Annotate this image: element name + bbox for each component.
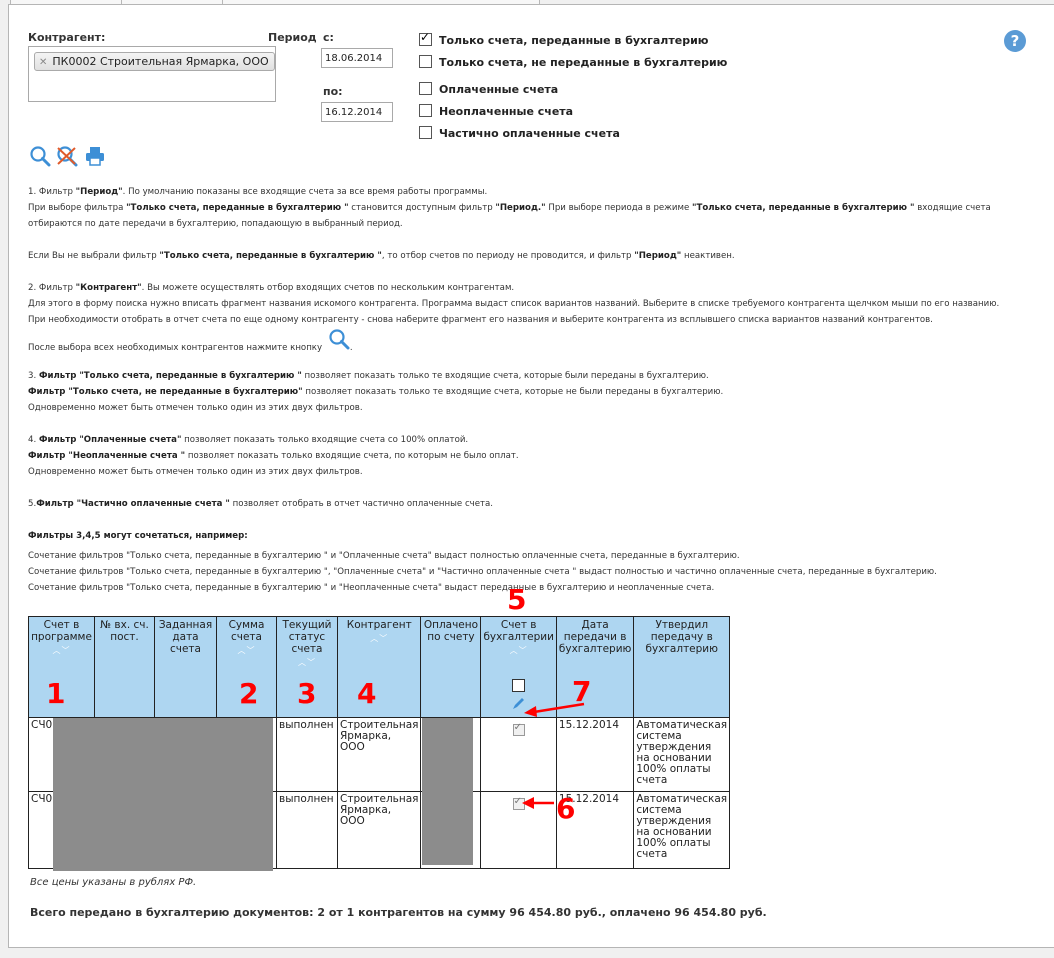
filter-partially-paid-checkbox[interactable] <box>419 126 432 139</box>
help-line: Сочетание фильтров "Только счета, переда… <box>28 551 740 561</box>
filter-not-transferred-checkbox[interactable] <box>419 55 432 68</box>
filter-unpaid-label: Неоплаченные счета <box>439 105 574 118</box>
col-header-kontragent[interactable]: Контрагент ︿﹀ <box>336 616 422 718</box>
annotation-arrow <box>524 702 585 717</box>
annotation-arrow <box>522 797 554 809</box>
help-line: После выбора всех необходимых контрагент… <box>28 328 1038 353</box>
help-line: При необходимости отобрать в отчет счета… <box>28 315 933 325</box>
help-line: Для этого в форму поиска нужно вписать ф… <box>28 299 1000 309</box>
col-header-paid: Оплачено по счету <box>420 616 482 718</box>
help-line: Фильтр "Неоплаченные счета " позволяет п… <box>28 451 519 461</box>
filter-paid-checkbox[interactable] <box>419 82 432 95</box>
sort-icon[interactable]: ︿﹀ <box>31 645 92 657</box>
annotation-number: 3 <box>297 677 317 710</box>
sort-icon[interactable]: ︿﹀ <box>340 633 418 645</box>
help-line: 5.Фильтр "Частично оплаченные счета " по… <box>28 499 494 509</box>
help-line: 1. Фильтр "Период". По умолчанию показан… <box>28 187 488 197</box>
annotation-number: 4 <box>357 677 377 710</box>
help-line: 4. Фильтр "Оплаченные счета" позволяет п… <box>28 435 469 445</box>
help-line: 2. Фильтр "Контрагент". Вы можете осущес… <box>28 283 515 293</box>
redacted-area <box>422 718 473 865</box>
cell-status: выполнен <box>276 717 338 792</box>
help-line: Фильтр "Только счета, не переданные в бу… <box>28 387 724 397</box>
help-line: Сочетание фильтров "Только счета, переда… <box>28 567 937 577</box>
help-line: Одновременно может быть отмечен только о… <box>28 467 363 477</box>
sort-icon[interactable]: ︿﹀ <box>219 645 274 657</box>
print-icon[interactable] <box>84 145 106 167</box>
search-icon <box>329 329 350 350</box>
filter-transferred[interactable]: Только счета, переданные в бухгалтерию <box>419 30 709 47</box>
kontragent-label: Контрагент: <box>28 31 106 44</box>
help-line: При выборе фильтра "Только счета, переда… <box>28 203 991 213</box>
cell-approved-by: Автоматическая система утверждения на ос… <box>633 717 731 792</box>
col-header-approved-by: Утвердил передачу в бухгалтерию <box>633 616 731 718</box>
help-line: Одновременно может быть отмечен только о… <box>28 403 363 413</box>
help-icon[interactable]: ? <box>1004 30 1026 52</box>
redacted-area <box>53 718 273 871</box>
filter-transferred-checkbox[interactable] <box>419 30 432 46</box>
kontragent-chip[interactable]: ✕ ПК0002 Строительная Ярмарка, ООО <box>34 52 275 71</box>
filter-paid[interactable]: Оплаченные счета <box>419 82 558 96</box>
annotation-number: 2 <box>239 677 259 710</box>
help-text: 1. Фильтр "Период". По умолчанию показан… <box>28 184 1038 596</box>
currency-note: Все цены указаны в рублях РФ. <box>30 877 197 888</box>
annotation-number: 1 <box>46 677 66 710</box>
filter-not-transferred[interactable]: Только счета, не переданные в бухгалтери… <box>419 55 727 69</box>
cell-transfer-date: 15.12.2014 <box>555 717 635 792</box>
date-to-input[interactable]: 16.12.2014 <box>321 102 393 122</box>
select-all-checkbox[interactable] <box>512 679 526 692</box>
from-label: с: <box>323 31 334 44</box>
filter-unpaid-checkbox[interactable] <box>419 104 432 117</box>
help-line: 3. Фильтр "Только счета, переданные в бу… <box>28 371 709 381</box>
remove-chip-icon[interactable]: ✕ <box>39 57 47 68</box>
filter-transferred-label: Только счета, переданные в бухгалтерию <box>439 34 709 47</box>
search-icon[interactable] <box>29 145 51 167</box>
help-line: Если Вы не выбрали фильтр "Только счета,… <box>28 251 735 261</box>
help-line: отбираются по дате передачи в бухгалтери… <box>28 219 403 229</box>
cell-kontragent: Строительная Ярмарка, ООО <box>336 717 422 792</box>
date-from-input[interactable]: 18.06.2014 <box>321 48 393 68</box>
clear-search-icon[interactable] <box>56 145 78 167</box>
cell-in-accounting <box>480 717 557 792</box>
period-label: Период <box>268 31 317 44</box>
cell-status: выполнен <box>276 791 338 869</box>
annotation-number: 5 <box>507 583 527 616</box>
help-line: Сочетание фильтров "Только счета, переда… <box>28 583 715 593</box>
cell-kontragent: Строительная Ярмарка, ООО <box>336 791 422 869</box>
row-checkbox <box>512 722 525 736</box>
annotation-number: 6 <box>556 792 576 825</box>
filter-paid-label: Оплаченные счета <box>439 83 559 96</box>
col-header-incoming-no: № вх. сч. пост. <box>94 616 155 718</box>
filter-partially-paid[interactable]: Частично оплаченные счета <box>419 126 620 140</box>
kontragent-input[interactable]: ✕ ПК0002 Строительная Ярмарка, ООО <box>28 46 276 102</box>
help-line: Фильтры 3,4,5 могут сочетаться, например… <box>28 531 248 541</box>
to-label: по: <box>323 85 343 98</box>
summary-total: Всего передано в бухгалтерию документов:… <box>30 906 767 919</box>
filter-unpaid[interactable]: Неоплаченные счета <box>419 104 573 118</box>
cell-approved-by: Автоматическая система утверждения на ос… <box>633 791 731 869</box>
sort-icon[interactable]: ︿﹀ <box>483 645 553 657</box>
filter-partially-paid-label: Частично оплаченные счета <box>439 127 620 140</box>
sort-icon[interactable]: ︿﹀ <box>279 657 335 669</box>
col-header-given-date: Заданная дата счета <box>154 616 217 718</box>
kontragent-chip-label: ПК0002 Строительная Ярмарка, ООО <box>52 55 269 68</box>
filter-not-transferred-label: Только счета, не переданные в бухгалтери… <box>439 56 728 69</box>
